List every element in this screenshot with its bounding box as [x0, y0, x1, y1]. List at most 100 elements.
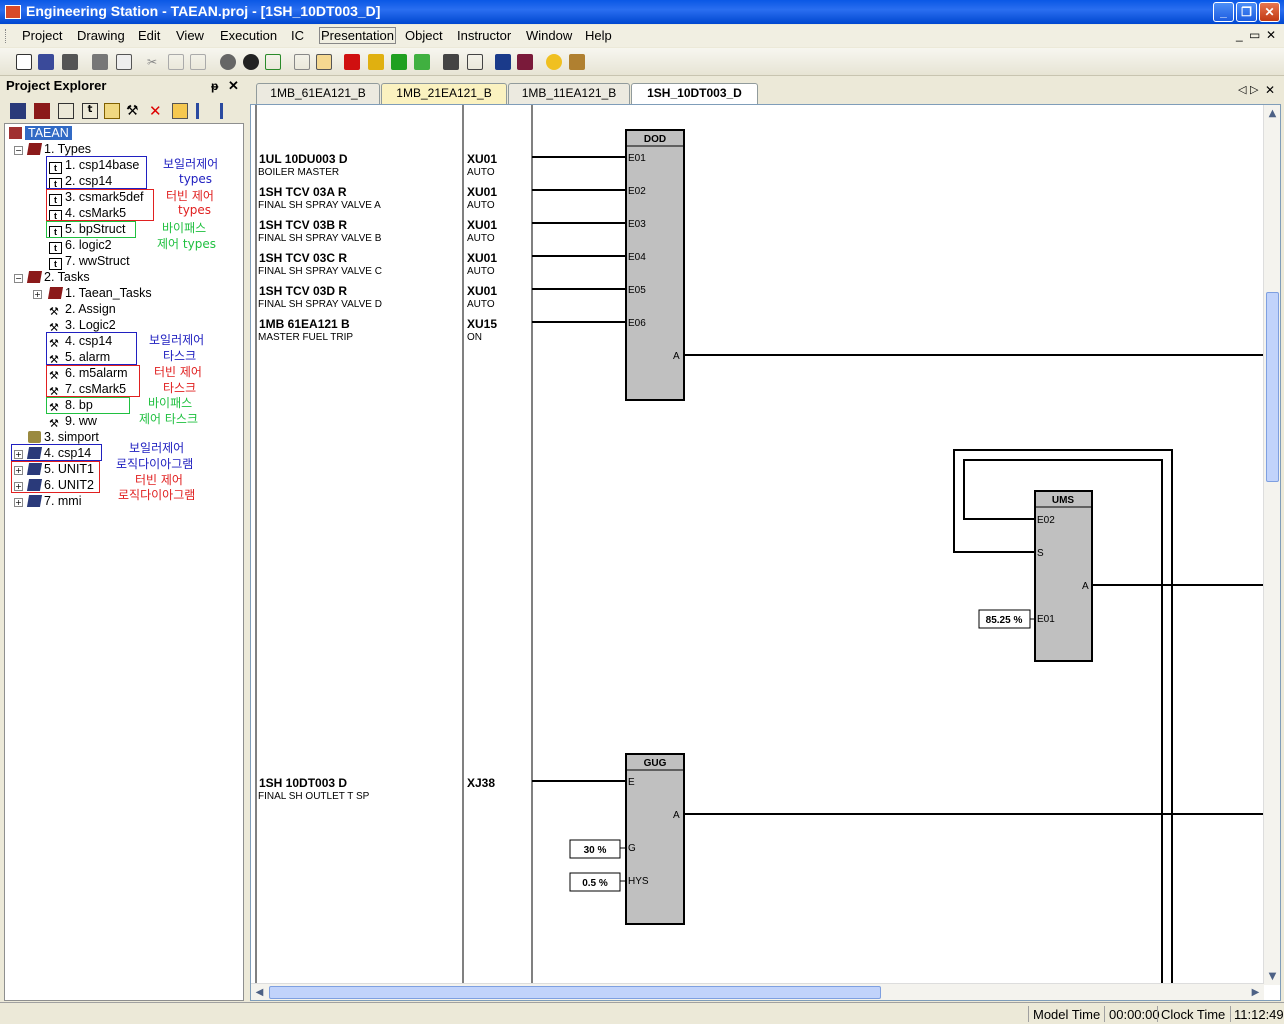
- gug-block[interactable]: GUG E G HYS A 30 % 0.5 %: [569, 753, 1264, 925]
- delete-icon[interactable]: ✕: [149, 103, 165, 119]
- select-icon[interactable]: [294, 54, 310, 70]
- project-explorer-header: Project Explorer ᵽ ✕: [6, 78, 242, 98]
- tab-scroll-right-icon[interactable]: ▷: [1250, 83, 1258, 96]
- mdi-close-icon[interactable]: ✕: [1266, 28, 1276, 42]
- camera-icon[interactable]: [467, 54, 483, 70]
- menu-instructor[interactable]: Instructor: [457, 28, 511, 43]
- menu-ic[interactable]: IC: [291, 28, 304, 43]
- tree-node-tasks[interactable]: 2. Tasks: [26, 270, 90, 285]
- collapse-icon[interactable]: −: [14, 274, 23, 283]
- minimize-button[interactable]: _: [1213, 2, 1234, 22]
- expand-icon[interactable]: +: [14, 498, 23, 507]
- annotation-bypass-task-2: 제어 타스크: [139, 412, 199, 426]
- tab-1mb-21ea121-b[interactable]: 1MB_21EA121_B: [381, 83, 507, 104]
- paste-icon[interactable]: [190, 54, 206, 70]
- collapse-icon[interactable]: [220, 103, 236, 119]
- copy-icon[interactable]: [168, 54, 184, 70]
- print-preview-icon[interactable]: [116, 54, 132, 70]
- tab-scroll-left-icon[interactable]: ◁: [1238, 83, 1246, 96]
- new-type-icon[interactable]: [34, 103, 50, 119]
- new-project-icon[interactable]: [16, 54, 32, 70]
- alarm-icon[interactable]: [517, 54, 533, 70]
- mdi-minimize-icon[interactable]: _: [1236, 28, 1243, 42]
- collapse-icon[interactable]: −: [14, 146, 23, 155]
- tab-close-icon[interactable]: ✕: [1265, 83, 1275, 97]
- gug-output-label: A: [673, 810, 680, 821]
- new-task-icon[interactable]: ⚒: [126, 103, 142, 119]
- status-separator: [1104, 1006, 1105, 1022]
- signal-row[interactable]: 1SH TCV 03B R FINAL SH SPRAY VALVE B XU0…: [258, 218, 626, 244]
- signal-row[interactable]: 1UL 10DU003 D BOILER MASTER XU01 AUTO: [258, 152, 626, 178]
- ums-block[interactable]: UMS E02 S E01 A 85.25 %: [978, 490, 1264, 662]
- restore-button[interactable]: ❐: [1236, 2, 1257, 22]
- tree-root[interactable]: TAEAN: [9, 126, 72, 141]
- stop-icon[interactable]: [344, 54, 360, 70]
- close-button[interactable]: ✕: [1259, 2, 1280, 22]
- types-book-icon: [26, 143, 43, 155]
- about-icon[interactable]: [569, 54, 585, 70]
- menu-project[interactable]: Project: [22, 28, 62, 43]
- tab-1sh-10dt003-d[interactable]: 1SH_10DT003_D: [631, 83, 758, 105]
- menu-view[interactable]: View: [176, 28, 204, 43]
- tab-1mb-11ea121-b[interactable]: 1MB_11EA121_B: [508, 83, 630, 104]
- snapshot-icon[interactable]: [443, 54, 459, 70]
- tree-node-wwstruct[interactable]: t 7. wwStruct: [49, 254, 130, 270]
- menu-presentation[interactable]: Presentation: [319, 27, 396, 44]
- new-struct-icon[interactable]: t: [82, 103, 98, 119]
- horizontal-scroll-thumb[interactable]: [269, 986, 881, 999]
- zoom-out-icon[interactable]: [220, 54, 236, 70]
- new-page-icon[interactable]: [58, 103, 74, 119]
- tree-node-simport[interactable]: 3. simport: [28, 430, 99, 445]
- tree-node-ww[interactable]: ⚒ 9. ww: [49, 414, 97, 430]
- print-icon[interactable]: [92, 54, 108, 70]
- logic-diagram-canvas[interactable]: 1UL 10DU003 D BOILER MASTER XU01 AUTO 1S…: [250, 104, 1281, 1001]
- menu-help[interactable]: Help: [585, 28, 612, 43]
- signal-row[interactable]: 1SH TCV 03A R FINAL SH SPRAY VALVE A XU0…: [258, 185, 626, 211]
- signal-row[interactable]: 1SH TCV 03D R FINAL SH SPRAY VALVE D XU0…: [258, 284, 626, 310]
- menu-window[interactable]: Window: [526, 28, 572, 43]
- tab-1mb-61ea121-b[interactable]: 1MB_61EA121_B: [256, 83, 380, 104]
- signal-row[interactable]: 1SH 10DT003 D FINAL SH OUTLET T SP XJ38: [258, 776, 626, 802]
- cut-icon[interactable]: ✂: [144, 54, 160, 70]
- tree-node-assign[interactable]: ⚒ 2. Assign: [49, 302, 116, 318]
- expand-icon[interactable]: [196, 103, 212, 119]
- refresh-icon[interactable]: [265, 54, 281, 70]
- menu-object[interactable]: Object: [405, 28, 443, 43]
- scroll-up-icon[interactable]: ▲: [1265, 106, 1280, 121]
- scroll-left-icon[interactable]: ◀: [252, 985, 267, 1000]
- run-icon[interactable]: [391, 54, 407, 70]
- tree-node-taean-tasks[interactable]: 1. Taean_Tasks: [47, 286, 152, 301]
- new-book-icon[interactable]: [10, 103, 26, 119]
- signal-code: XU01: [467, 218, 497, 232]
- signal-row[interactable]: 1SH TCV 03C R FINAL SH SPRAY VALVE C XU0…: [258, 251, 626, 277]
- help-icon[interactable]: [546, 54, 562, 70]
- tree-node-logic2[interactable]: t 6. logic2: [49, 238, 112, 254]
- pin-icon[interactable]: ᵽ: [211, 79, 218, 93]
- pause-icon[interactable]: [368, 54, 384, 70]
- vertical-scrollbar[interactable]: ▲ ▼: [1263, 105, 1280, 985]
- menu-edit[interactable]: Edit: [138, 28, 160, 43]
- tree-node-types[interactable]: 1. Types: [26, 142, 91, 157]
- save-icon[interactable]: [62, 54, 78, 70]
- tree-node-mmi[interactable]: 7. mmi: [26, 494, 82, 509]
- step-icon[interactable]: [414, 54, 430, 70]
- expand-icon[interactable]: +: [33, 290, 42, 299]
- close-panel-icon[interactable]: ✕: [228, 78, 239, 94]
- boiler-types-box: [46, 156, 147, 189]
- zoom-in-icon[interactable]: [243, 54, 259, 70]
- new-folder-icon[interactable]: [104, 103, 120, 119]
- edit-mode-icon[interactable]: [316, 54, 332, 70]
- scroll-down-icon[interactable]: ▼: [1265, 969, 1280, 984]
- open-project-icon[interactable]: [38, 54, 54, 70]
- scroll-right-icon[interactable]: ▶: [1248, 985, 1263, 1000]
- signal-row[interactable]: 1MB 61EA121 B MASTER FUEL TRIP XU15 ON: [258, 317, 626, 343]
- horizontal-scrollbar[interactable]: ◀ ▶: [251, 983, 1264, 1000]
- menu-execution[interactable]: Execution: [220, 28, 277, 43]
- mdi-restore-icon[interactable]: ▭: [1249, 28, 1260, 42]
- vertical-scroll-thumb[interactable]: [1266, 292, 1279, 482]
- tree-view-icon[interactable]: [172, 103, 188, 119]
- menu-drawing[interactable]: Drawing: [77, 28, 125, 43]
- trend-icon[interactable]: [495, 54, 511, 70]
- tree-node-logic2-task[interactable]: ⚒ 3. Logic2: [49, 318, 116, 334]
- dod-block[interactable]: DOD E01 E02 E03 E04 E05 E06 A: [625, 129, 1264, 401]
